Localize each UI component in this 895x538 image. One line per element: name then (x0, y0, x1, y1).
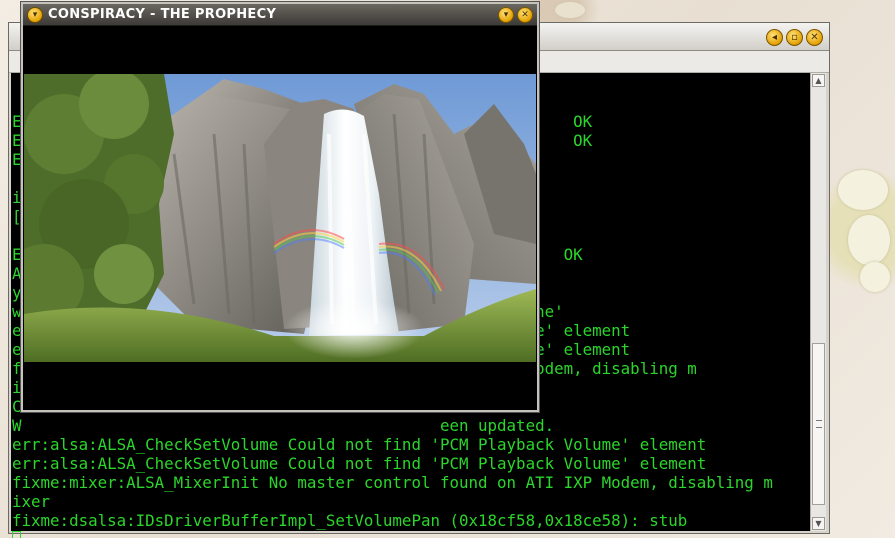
minimize-icon[interactable]: ▾ (498, 7, 514, 23)
terminal-line: err:alsa:ALSA_CheckSetVolume Could not f… (12, 454, 707, 473)
wallpaper-flower (838, 170, 888, 210)
wallpaper-flower (555, 2, 585, 18)
game-scene-waterfall[interactable] (24, 74, 536, 362)
scroll-grip-icon (816, 420, 822, 428)
game-window[interactable]: ▾ CONSPIRACY - THE PROPHECY ▾ ✕ (21, 2, 539, 412)
wallpaper-flower (860, 262, 890, 292)
close-icon[interactable]: ✕ (517, 7, 533, 23)
chevron-down-icon[interactable]: ▾ (27, 7, 43, 23)
text-cursor (12, 531, 21, 538)
terminal-line: fixme:mixer:ALSA_MixerInit No master con… (12, 473, 773, 492)
terminal-prompt-line[interactable] (12, 530, 812, 538)
terminal-window-controls: ◂ ▫ ✕ (766, 29, 823, 46)
terminal-line: fixme:dsalsa:IDsDriverBufferImpl_SetVolu… (12, 511, 688, 530)
minimize-icon[interactable]: ◂ (766, 29, 783, 46)
terminal-line: err:alsa:ALSA_CheckSetVolume Could not f… (12, 435, 707, 454)
wallpaper-flower (848, 215, 890, 265)
terminal-scrollbar[interactable]: ▲ ▼ (810, 73, 826, 531)
scrollbar-thumb[interactable] (812, 343, 825, 505)
scroll-up-icon[interactable]: ▲ (812, 74, 825, 87)
game-window-title: CONSPIRACY - THE PROPHECY (48, 7, 277, 22)
game-titlebar[interactable]: ▾ CONSPIRACY - THE PROPHECY ▾ ✕ (23, 4, 537, 26)
close-icon[interactable]: ✕ (806, 29, 823, 46)
scroll-down-icon[interactable]: ▼ (812, 517, 825, 530)
terminal-line: ixer (12, 492, 51, 511)
game-window-controls: ▾ ✕ (498, 7, 533, 23)
maximize-icon[interactable]: ▫ (786, 29, 803, 46)
terminal-line: W een updated. (12, 416, 555, 435)
